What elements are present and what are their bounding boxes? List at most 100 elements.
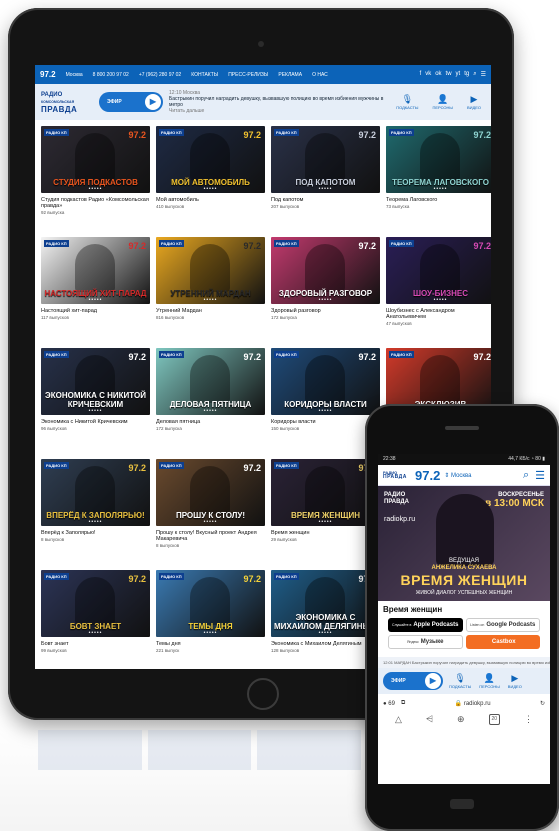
podcast-thumbnail[interactable]: РАДИО КП 97.2 ВРЕМЯ ЖЕНЩИН ••••• [271,459,380,526]
podcast-thumbnail[interactable]: РАДИО КП 97.2 ТЕМЫ ДНЯ ••••• [156,570,265,637]
podcast-thumbnail[interactable]: РАДИО КП 97.2 МОЙ АВТОМОБИЛЬ ••••• [156,126,265,193]
menu-icon[interactable]: ☰ [535,469,545,482]
podcast-thumbnail[interactable]: РАДИО КП 97.2 ВПЕРЁД К ЗАПОЛЯРЬЮ! ••••• [41,459,150,526]
podcast-thumbnail[interactable]: РАДИО КП 97.2 ТЕОРЕМА ЛАГОВСКОГО ••••• [386,126,491,193]
twitter-icon[interactable]: tw [446,71,452,78]
home-button[interactable] [247,678,279,710]
podcast-card[interactable]: РАДИО КП 97.2 ДЕЛОВАЯ ПЯТНИЦА ••••• Дело… [156,348,265,455]
menu-icon[interactable]: ☰ [481,71,486,78]
news-ticker[interactable]: 12:01 МАРДАН Бастрыкин поручил наградить… [378,657,550,668]
phone-home-button[interactable] [450,799,474,809]
podcast-card[interactable]: РАДИО КП 97.2 КОРИДОРЫ ВЛАСТИ ••••• Кори… [271,348,380,455]
persons-link[interactable]: 👤 ПЕРСОНЫ [479,673,500,689]
podcast-card[interactable]: РАДИО КП 97.2 ТЕОРЕМА ЛАГОВСКОГО ••••• Т… [386,126,491,233]
reload-icon[interactable]: ↻ [540,700,545,707]
platform-badge[interactable]: Listen on Google Podcasts [465,618,540,632]
nav-press[interactable]: ПРЕСС-РЕЛИЗЫ [228,72,268,78]
podcasts-link[interactable]: 🎙 ПОДКАСТЫ [449,673,471,689]
telegram-icon[interactable]: tg [464,71,469,78]
podcast-card[interactable]: РАДИО КП 97.2 ЭКОНОМИКА С МИХАИЛОМ ДЕЛЯГ… [271,570,380,669]
nav-about[interactable]: О НАС [312,72,328,78]
podcast-card[interactable]: РАДИО КП 97.2 ВРЕМЯ ЖЕНЩИН ••••• Время ж… [271,459,380,566]
podcast-card[interactable]: РАДИО КП 97.2 ПОД КАПОТОМ ••••• Под капо… [271,126,380,233]
nav-contacts[interactable]: КОНТАКТЫ [191,72,218,78]
podcast-card[interactable]: РАДИО КП 97.2 ШОУ-БИЗНЕС ••••• Шоубизнес… [386,237,491,344]
tracker-badge[interactable]: ● 69 [383,701,395,707]
podcast-card[interactable]: РАДИО КП 97.2 МОЙ АВТОМОБИЛЬ ••••• Мой а… [156,126,265,233]
carousel-dots: ••••• [203,186,218,192]
video-link[interactable]: ▶ ВИДЕО [467,94,481,110]
podcast-name[interactable]: Мой автомобиль [156,197,265,203]
share-icon[interactable]: ⩤ [426,714,433,725]
podcast-card[interactable]: РАДИО КП 97.2 ЭКОНОМИКА С НИКИТОЙ КРИЧЕВ… [41,348,150,455]
podcast-name[interactable]: Деловая пятница [156,419,265,425]
podcasts-link[interactable]: 🎙 ПОДКАСТЫ [396,94,418,110]
site-logo[interactable]: РАДИО КОМСОМОЛЬСКАЯ ПРАВДА [41,92,93,114]
browser-home-icon[interactable]: △ [395,714,402,725]
thumb-frequency: 97.2 [243,130,261,140]
more-icon[interactable]: ⋮ [524,714,533,725]
phone-link[interactable]: +7 (962) 280 97 02 [139,72,181,78]
podcast-thumbnail[interactable]: РАДИО КП 97.2 СТУДИЯ ПОДКАСТОВ ••••• [41,126,150,193]
live-player-button[interactable]: ЭФИР ▶ [99,92,163,112]
city-selector[interactable]: ⇕ Москва [444,472,471,479]
tab-switch-icon[interactable]: ⧉ [401,700,405,707]
search-icon[interactable]: ⌕ [473,71,476,78]
podcast-card[interactable]: РАДИО КП 97.2 УТРЕННИЙ МАРДАН ••••• Утре… [156,237,265,344]
phone-link[interactable]: 8 800 200 97 02 [93,72,129,78]
platform-badge[interactable]: Слушайте в Apple Podcasts [388,618,463,632]
platform-badge[interactable]: Castbox [465,635,540,649]
podcast-card[interactable]: РАДИО КП 97.2 НАСТОЯЩИЙ ХИТ-ПАРАД ••••• … [41,237,150,344]
podcast-thumbnail[interactable]: РАДИО КП 97.2 УТРЕННИЙ МАРДАН ••••• [156,237,265,304]
youtube-icon[interactable]: yt [456,71,461,78]
podcast-name[interactable]: Шоубизнес с Александром Анатольевичем [386,308,491,320]
podcast-name[interactable]: Настоящий хит-парад [41,308,150,314]
podcast-name[interactable]: Бовт знает [41,641,150,647]
tabs-button[interactable]: 20 [488,714,501,725]
vk-icon[interactable]: vk [425,71,431,78]
city-selector[interactable]: Москва [66,72,83,78]
podcast-thumbnail[interactable]: РАДИО КП 97.2 ШОУ-БИЗНЕС ••••• [386,237,491,304]
site-logo[interactable]: РАДИО ПРАВДА [383,471,411,480]
podcast-thumbnail[interactable]: РАДИО КП 97.2 ЭКОНОМИКА С НИКИТОЙ КРИЧЕВ… [41,348,150,415]
nav-ads[interactable]: РЕКЛАМА [278,72,302,78]
podcast-name[interactable]: Студия подкастов Радио «Комсомольская пр… [41,197,150,209]
podcast-name[interactable]: Прошу к столу! Вкусный проект Андрея Мак… [156,530,265,542]
podcast-name[interactable]: Время женщин [271,530,380,536]
podcast-name[interactable]: Под капотом [271,197,380,203]
podcast-card[interactable]: РАДИО КП 97.2 ТЕМЫ ДНЯ ••••• Темы дня 22… [156,570,265,669]
podcast-card[interactable]: РАДИО КП 97.2 ПРОШУ К СТОЛУ! ••••• Прошу… [156,459,265,566]
podcast-name[interactable]: Здоровый разговор [271,308,380,314]
play-icon[interactable]: ▶ [145,94,161,110]
podcast-thumbnail[interactable]: РАДИО КП 97.2 ПРОШУ К СТОЛУ! ••••• [156,459,265,526]
video-link[interactable]: ▶ ВИДЕО [508,673,522,689]
podcast-name[interactable]: Темы дня [156,641,265,647]
facebook-icon[interactable]: f [420,71,422,78]
podcast-name[interactable]: Теорема Лаговского [386,197,491,203]
podcast-card[interactable]: РАДИО КП 97.2 ВПЕРЁД К ЗАПОЛЯРЬЮ! ••••• … [41,459,150,566]
podcast-thumbnail[interactable]: РАДИО КП 97.2 ЗДОРОВЫЙ РАЗГОВОР ••••• [271,237,380,304]
news-ticker[interactable]: 12:10 Москва Бастрыкин поручил наградить… [169,90,390,114]
play-icon[interactable]: ▶ [425,673,441,689]
search-icon[interactable]: ⌕ [523,469,529,482]
live-player-button[interactable]: ЭФИР ▶ [383,672,443,690]
podcast-card[interactable]: РАДИО КП 97.2 СТУДИЯ ПОДКАСТОВ ••••• Сту… [41,126,150,233]
podcast-name[interactable]: Экономика с Михаилом Делягиным [271,641,380,647]
podcast-thumbnail[interactable]: РАДИО КП 97.2 НАСТОЯЩИЙ ХИТ-ПАРАД ••••• [41,237,150,304]
url-field[interactable]: 🔒 radiokp.ru [411,700,534,707]
podcast-name[interactable]: Вперёд к Заполярью! [41,530,150,536]
platform-badge[interactable]: Яндекс Музыке [388,635,463,649]
podcast-thumbnail[interactable]: РАДИО КП 97.2 ДЕЛОВАЯ ПЯТНИЦА ••••• [156,348,265,415]
podcast-thumbnail[interactable]: РАДИО КП 97.2 ПОД КАПОТОМ ••••• [271,126,380,193]
new-tab-icon[interactable]: ⊕ [457,714,465,725]
persons-link[interactable]: 👤 ПЕРСОНЫ [432,94,453,110]
podcast-card[interactable]: РАДИО КП 97.2 ЗДОРОВЫЙ РАЗГОВОР ••••• Зд… [271,237,380,344]
podcast-name[interactable]: Утренний Мардан [156,308,265,314]
podcast-name[interactable]: Коридоры власти [271,419,380,425]
podcast-thumbnail[interactable]: РАДИО КП 97.2 БОВТ ЗНАЕТ ••••• [41,570,150,637]
ok-icon[interactable]: ok [435,71,441,78]
podcast-name[interactable]: Экономика с Никитой Кричевским [41,419,150,425]
podcast-thumbnail[interactable]: РАДИО КП 97.2 КОРИДОРЫ ВЛАСТИ ••••• [271,348,380,415]
podcast-card[interactable]: РАДИО КП 97.2 БОВТ ЗНАЕТ ••••• Бовт знае… [41,570,150,669]
podcast-thumbnail[interactable]: РАДИО КП 97.2 ЭКОНОМИКА С МИХАИЛОМ ДЕЛЯГ… [271,570,380,637]
